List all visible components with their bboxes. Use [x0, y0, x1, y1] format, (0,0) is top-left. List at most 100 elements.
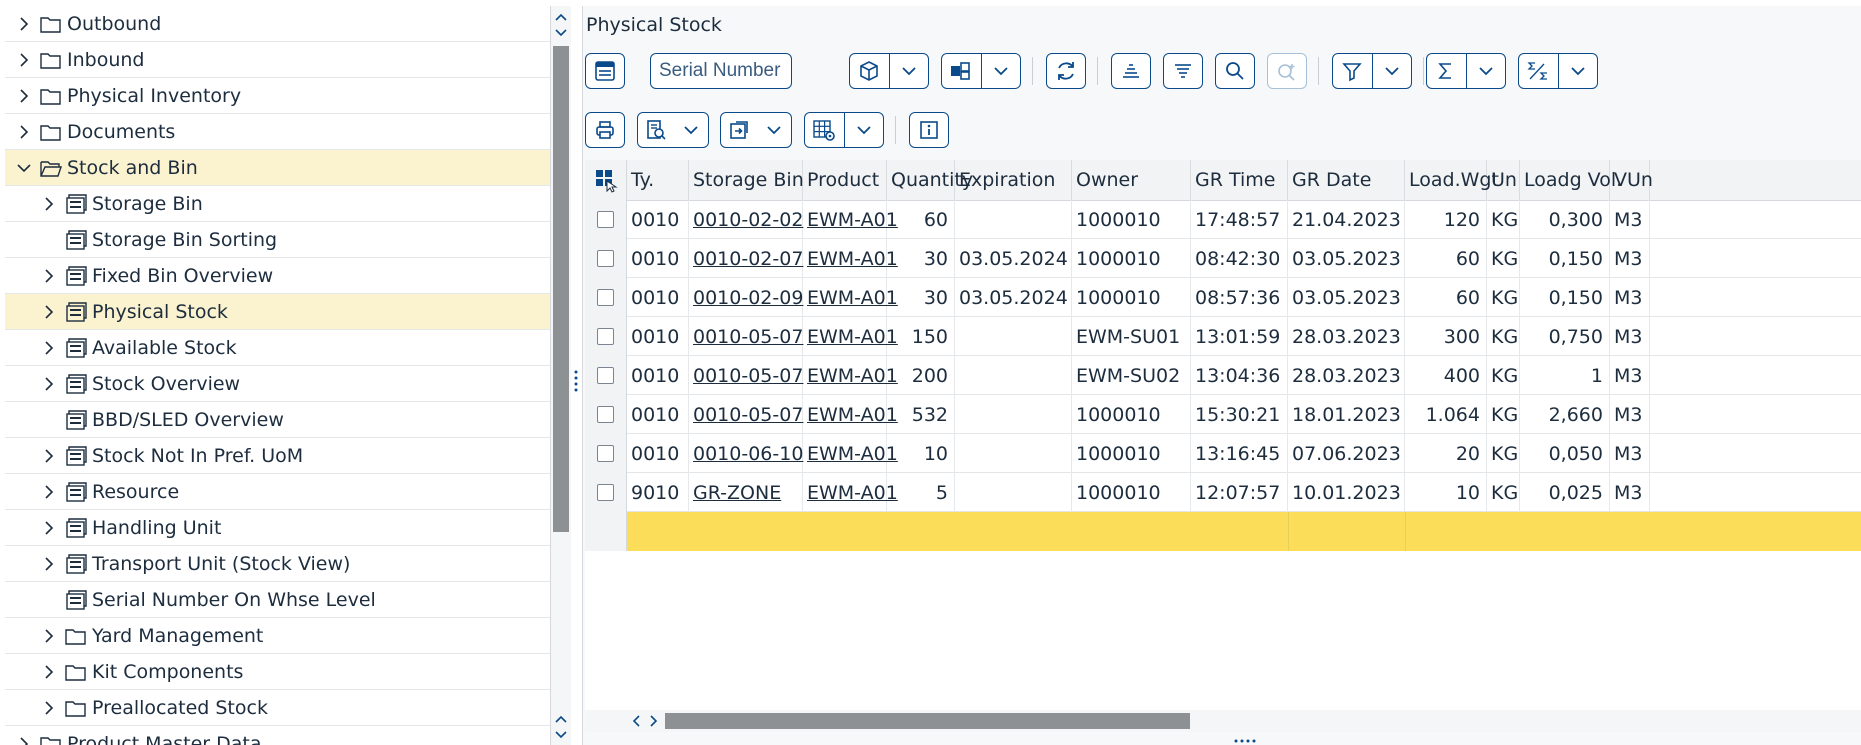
- cell-link[interactable]: 0010-05-07: [693, 326, 803, 348]
- tree-item[interactable]: Storage Bin Sorting: [5, 222, 550, 258]
- row-selector[interactable]: [585, 395, 627, 434]
- chevron-right-icon[interactable]: [15, 123, 33, 141]
- tree-item[interactable]: Fixed Bin Overview: [5, 258, 550, 294]
- tree-item[interactable]: Kit Components: [5, 654, 550, 690]
- tree-item[interactable]: Outbound: [5, 6, 550, 42]
- cell-link[interactable]: EWM-A01: [807, 248, 898, 270]
- cell-link[interactable]: EWM-A01: [807, 287, 898, 309]
- cell-link[interactable]: EWM-A01: [807, 209, 898, 231]
- col-type-header[interactable]: Ty.: [627, 160, 689, 200]
- subtotal-dropdown[interactable]: [1557, 54, 1598, 88]
- row-selector[interactable]: [585, 200, 627, 239]
- chevron-right-icon[interactable]: [40, 267, 58, 285]
- row-selector[interactable]: [585, 278, 627, 317]
- row-selector[interactable]: [585, 239, 627, 278]
- filter-button[interactable]: [1333, 54, 1372, 88]
- chevron-right-icon[interactable]: [15, 15, 33, 33]
- hu-dropdown[interactable]: [980, 54, 1021, 88]
- cell-link[interactable]: EWM-A01: [807, 482, 898, 504]
- col-expiration-header[interactable]: Expiration: [955, 160, 1072, 200]
- col-quantity-header[interactable]: Quantity: [887, 160, 973, 200]
- filter-menu-button[interactable]: [1332, 53, 1412, 89]
- view-button[interactable]: [638, 113, 673, 147]
- table-row[interactable]: 0010 0010-05-07 EWM-A01 150 EWM-SU01 13:01:59…: [585, 317, 1861, 356]
- tree-item[interactable]: Physical Inventory: [5, 78, 550, 114]
- sort-descending-button[interactable]: [1163, 53, 1203, 89]
- chevron-right-icon[interactable]: [40, 627, 58, 645]
- tree-item[interactable]: Handling Unit: [5, 510, 550, 546]
- tree-item[interactable]: Serial Number On Whse Level: [5, 582, 550, 618]
- grid-horizontal-scrollbar[interactable]: [585, 710, 1861, 732]
- scroll-left-icon[interactable]: [629, 710, 645, 732]
- layout-button[interactable]: [585, 53, 625, 89]
- row-checkbox[interactable]: [597, 328, 614, 345]
- col-storage-bin-cell[interactable]: 0010-06-10: [689, 434, 803, 473]
- chevron-right-icon[interactable]: [40, 519, 58, 537]
- scroll-down-icon[interactable]: [551, 710, 571, 744]
- tree-item[interactable]: Documents: [5, 114, 550, 150]
- serial-number-field[interactable]: Serial Number: [650, 53, 792, 89]
- row-checkbox[interactable]: [597, 367, 614, 384]
- col-owner-header[interactable]: Owner: [1072, 160, 1191, 200]
- cell-link[interactable]: EWM-A01: [807, 443, 898, 465]
- chevron-right-icon[interactable]: [15, 51, 33, 69]
- find-next-button[interactable]: [1267, 53, 1307, 89]
- row-checkbox[interactable]: [597, 289, 614, 306]
- tree-scroll-thumb[interactable]: [553, 46, 569, 532]
- tree-item[interactable]: BBD/SLED Overview: [5, 402, 550, 438]
- chevron-down-icon[interactable]: [15, 159, 33, 177]
- col-product-cell[interactable]: EWM-A01: [803, 317, 898, 356]
- tree-scrollbar[interactable]: [551, 6, 571, 745]
- row-selector[interactable]: [585, 317, 627, 356]
- sum-dropdown[interactable]: [1465, 54, 1506, 88]
- col-product-cell[interactable]: EWM-A01: [803, 473, 898, 512]
- col-product-cell[interactable]: EWM-A01: [803, 434, 898, 473]
- row-checkbox[interactable]: [597, 211, 614, 228]
- chevron-right-icon[interactable]: [40, 195, 58, 213]
- cell-link[interactable]: GR-ZONE: [693, 482, 781, 504]
- handling-unit-button[interactable]: [942, 54, 981, 88]
- export-button[interactable]: [721, 113, 756, 147]
- row-selector[interactable]: [585, 356, 627, 395]
- col-storage-bin-cell[interactable]: 0010-05-07: [689, 395, 803, 434]
- layout-dropdown[interactable]: [843, 113, 884, 147]
- chevron-right-icon[interactable]: [40, 483, 58, 501]
- row-checkbox[interactable]: [597, 406, 614, 423]
- product-menu-button[interactable]: [849, 53, 929, 89]
- tree-item[interactable]: Product Master Data: [5, 726, 550, 745]
- tree-item[interactable]: Physical Stock: [5, 294, 550, 330]
- resize-grip-icon[interactable]: [1233, 738, 1257, 744]
- print-button[interactable]: [585, 112, 625, 148]
- col-product-header[interactable]: Product: [803, 160, 887, 200]
- view-dropdown[interactable]: [673, 113, 708, 147]
- col-load-weight-header[interactable]: Load.Wgt: [1405, 160, 1499, 200]
- subtotal-button[interactable]: [1519, 54, 1558, 88]
- chevron-right-icon[interactable]: [40, 663, 58, 681]
- product-button[interactable]: [850, 54, 889, 88]
- information-button[interactable]: [909, 112, 949, 148]
- scroll-up-icon[interactable]: [551, 8, 571, 42]
- table-row[interactable]: 9010 GR-ZONE EWM-A01 5 1000010 12:07:57 10.01.…: [585, 473, 1861, 512]
- cell-link[interactable]: 0010-06-10: [693, 443, 803, 465]
- row-checkbox[interactable]: [597, 250, 614, 267]
- table-row[interactable]: 0010 0010-06-10 EWM-A01 10 1000010 13:16:45 07…: [585, 434, 1861, 473]
- col-product-cell[interactable]: EWM-A01: [803, 356, 898, 395]
- tree-item[interactable]: Storage Bin: [5, 186, 550, 222]
- row-checkbox[interactable]: [597, 445, 614, 462]
- col-storage-bin-header[interactable]: Storage Bin: [689, 160, 804, 200]
- filter-dropdown[interactable]: [1371, 54, 1412, 88]
- col-volume-unit-header[interactable]: VUn: [1610, 160, 1653, 200]
- export-dropdown[interactable]: [756, 113, 791, 147]
- refresh-button[interactable]: [1046, 53, 1086, 89]
- chevron-right-icon[interactable]: [15, 87, 33, 105]
- tree-item[interactable]: Resource: [5, 474, 550, 510]
- view-menu-button[interactable]: [637, 112, 709, 148]
- panel-splitter[interactable]: [571, 6, 581, 745]
- col-storage-bin-cell[interactable]: 0010-02-07: [689, 239, 803, 278]
- col-storage-bin-cell[interactable]: 0010-02-02: [689, 200, 803, 239]
- chevron-right-icon[interactable]: [15, 735, 33, 745]
- chevron-right-icon[interactable]: [40, 447, 58, 465]
- sort-ascending-button[interactable]: [1111, 53, 1151, 89]
- col-product-cell[interactable]: EWM-A01: [803, 200, 898, 239]
- export-menu-button[interactable]: [720, 112, 792, 148]
